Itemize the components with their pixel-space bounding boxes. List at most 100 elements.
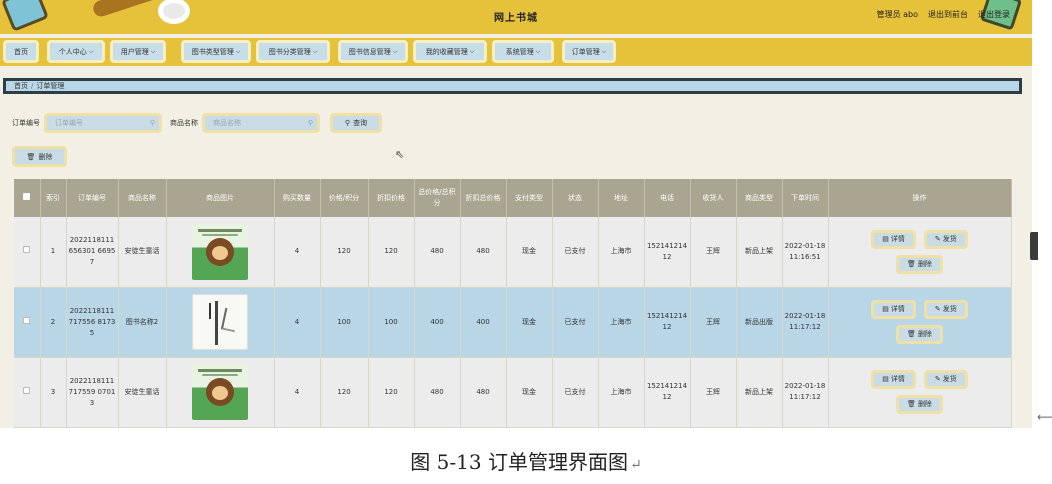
order-no-input[interactable] (55, 119, 145, 127)
cell-phone: 15214121412 (644, 217, 691, 288)
trash-icon: 🗑 (907, 330, 916, 338)
cell-discount-price: 120 (368, 217, 415, 288)
ship-button[interactable]: ✎ 发货 (923, 229, 968, 249)
product-name-field[interactable]: ⚲ (202, 113, 320, 133)
header-select-all[interactable] (14, 179, 41, 217)
cell-image (166, 217, 275, 288)
query-button[interactable]: ⚲ 查询 (330, 113, 382, 133)
column-header: 支付类型 (506, 179, 553, 217)
cell-discount-price: 120 (368, 357, 415, 428)
product-name-input[interactable] (213, 119, 303, 127)
column-header: 商品类型 (736, 179, 783, 217)
logout-link[interactable]: 退出登录 (978, 9, 1010, 20)
column-header: 收货人 (690, 179, 737, 217)
document-icon: ▤ (882, 375, 889, 383)
nav-book-category-management[interactable]: 图书分类管理 ⌵ (256, 40, 330, 63)
order-no-field[interactable]: ⚲ (44, 113, 162, 133)
cell-order-no: 2022118111656301 66957 (66, 217, 119, 288)
nav-home[interactable]: 首页 (3, 40, 39, 63)
nav-book-type-management[interactable]: 图书类型管理 ⌵ (181, 40, 251, 63)
cell-status: 已支付 (552, 357, 599, 428)
ship-label: 发货 (942, 234, 957, 243)
cell-index: 2 (40, 287, 67, 358)
cell-time: 2022-01-18 11:17:12 (782, 357, 829, 428)
select-all-checkbox[interactable] (23, 192, 31, 200)
column-header: 电话 (644, 179, 691, 217)
product-thumbnail[interactable] (192, 364, 248, 420)
trash-icon: 🗑 (907, 400, 916, 408)
delete-button[interactable]: 🗑 删除 (896, 325, 943, 344)
trash-icon: 🗑 (26, 152, 36, 161)
cell-address: 上海市 (598, 287, 645, 358)
column-header: 价格/积分 (320, 179, 369, 217)
batch-delete-button[interactable]: 🗑 删除 (12, 146, 67, 167)
column-header: 地址 (598, 179, 645, 217)
left-arrow-icon: ⟵ (1037, 410, 1052, 424)
back-to-front-link[interactable]: 退出到前台 (928, 9, 968, 20)
cell-product: 安徒生童话 (118, 217, 167, 288)
table-row[interactable]: 3 2022118111717559 07013 安徒生童话 4 120 120… (14, 357, 1012, 428)
ship-label: 发货 (942, 305, 957, 313)
detail-label: 详情 (890, 305, 905, 313)
nav-label: 图书信息管理 (348, 47, 391, 56)
edit-icon: ✎ (934, 234, 941, 243)
nav-favorites-management[interactable]: 我的收藏管理 ⌵ (413, 40, 487, 63)
main-nav: 首页 个人中心 ⌵ 用户管理 ⌵ 图书类型管理 ⌵ 图书分类管理 ⌵ 图书信息管理 ⌵ 我… (0, 38, 1032, 66)
row-select-cell[interactable] (14, 357, 41, 428)
cell-discount-price: 100 (368, 287, 415, 358)
row-checkbox[interactable] (23, 386, 31, 394)
cell-qty: 4 (274, 217, 321, 288)
nav-label: 图书类型管理 (191, 47, 234, 56)
column-header: 商品图片 (166, 179, 275, 217)
ship-button[interactable]: ✎ 发货 (923, 300, 968, 319)
batch-delete-label: 删除 (38, 152, 53, 161)
cell-price: 120 (320, 217, 369, 288)
column-header: 订单编号 (66, 179, 119, 217)
side-handle[interactable] (1030, 232, 1038, 260)
breadcrumb-home[interactable]: 首页 (14, 81, 28, 91)
table-row[interactable]: 2 2022118111717556 81735 图书名称2 4 100 100… (14, 287, 1012, 358)
nav-order-management[interactable]: 订单管理 ⌵ (562, 40, 616, 63)
column-header: 状态 (552, 179, 599, 217)
column-header: 总价格/总积分 (414, 179, 461, 217)
edit-icon: ✎ (934, 375, 941, 383)
table-row[interactable]: 1 2022118111656301 66957 安徒生童话 4 120 120… (14, 217, 1012, 288)
caption-text: 图 5-13 订单管理界面图 (410, 450, 628, 474)
cell-image (166, 357, 275, 428)
delete-button[interactable]: 🗑 删除 (896, 254, 943, 274)
column-header: 下单时间 (782, 179, 829, 217)
nav-personal-center[interactable]: 个人中心 ⌵ (47, 40, 105, 63)
delete-label: 删除 (917, 330, 932, 338)
product-thumbnail[interactable] (192, 223, 248, 280)
table-header-row: 索引 订单编号 商品名称 商品图片 购买数量 价格/积分 折扣价格 总价格/总积… (14, 179, 1012, 217)
nav-system-management[interactable]: 系统管理 ⌵ (492, 40, 554, 63)
cell-discount-total: 400 (460, 287, 507, 358)
product-thumbnail[interactable] (192, 294, 248, 350)
figure-caption: 图 5-13 订单管理界面图 ↵ (0, 446, 1052, 475)
detail-button[interactable]: ▤ 详情 (871, 300, 916, 319)
chevron-down-icon: ⌵ (150, 47, 156, 55)
delete-button[interactable]: 🗑 删除 (896, 395, 943, 414)
row-select-cell[interactable] (14, 287, 41, 358)
row-checkbox[interactable] (23, 316, 31, 324)
row-checkbox[interactable] (23, 246, 31, 254)
cell-pay-type: 现金 (506, 217, 553, 288)
nav-label: 个人中心 (58, 47, 87, 56)
nav-label: 首页 (14, 47, 28, 56)
nav-user-management[interactable]: 用户管理 ⌵ (110, 40, 166, 63)
nav-label: 系统管理 (505, 47, 534, 56)
cell-address: 上海市 (598, 357, 645, 428)
detail-button[interactable]: ▤ 详情 (871, 229, 916, 249)
cell-type: 新品上架 (736, 217, 783, 288)
row-select-cell[interactable] (14, 217, 41, 288)
search-icon: ⚲ (149, 119, 155, 127)
nav-label: 我的收藏管理 (425, 47, 468, 56)
nav-book-info-management[interactable]: 图书信息管理 ⌵ (338, 40, 408, 63)
chevron-down-icon: ⌵ (392, 47, 398, 55)
cell-phone: 15214121412 (644, 357, 691, 428)
column-header: 商品名称 (118, 179, 167, 217)
ship-button[interactable]: ✎ 发货 (923, 370, 968, 389)
detail-button[interactable]: ▤ 详情 (871, 370, 916, 389)
cell-receiver: 王辉 (690, 357, 737, 428)
query-button-label: 查询 (353, 119, 368, 127)
